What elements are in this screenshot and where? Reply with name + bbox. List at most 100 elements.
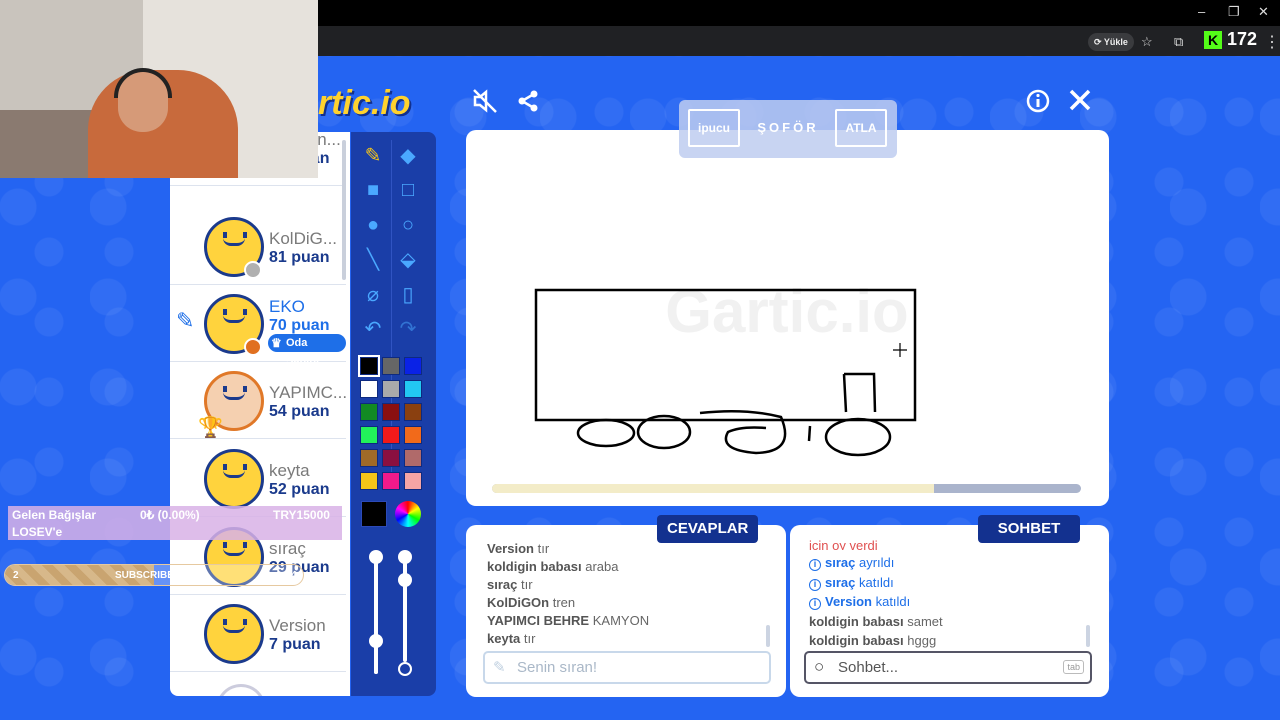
player-row: KolDiG... 81 puan [170,209,346,285]
answer-message: YAPIMCI BEHRE KAMYON [487,613,649,628]
color-swatch[interactable] [404,380,422,398]
fill-bucket-icon[interactable]: ⬙ [391,242,425,276]
undo-icon[interactable]: ↶ [356,311,390,345]
color-swatch[interactable] [360,449,378,467]
new-page-icon[interactable]: ▯ [391,277,425,311]
upload-button[interactable]: ⟳ Yükle [1088,33,1134,51]
redo-icon[interactable]: ↷ [391,311,425,345]
subscriber-goal-bar: 2 SUBSCRIBERS 4 [4,564,304,586]
color-swatch[interactable] [382,472,400,490]
search-chat-icon: ○ [814,657,825,676]
bookmark-star-icon[interactable]: ☆ [1141,34,1153,50]
color-swatch[interactable] [404,403,422,421]
chat-user: sıraç [825,555,856,570]
color-swatch[interactable] [404,472,422,490]
player-row: 🏆 YAPIMC... 54 puan [170,363,348,439]
drawing-canvas[interactable]: Gartic.io [466,130,1109,506]
filled-rect-tool-icon[interactable]: ■ [356,173,390,207]
kick-logo-icon[interactable]: K [1204,31,1222,49]
close-game-icon[interactable] [1068,88,1092,119]
answers-scrollbar[interactable] [766,625,770,647]
answer-message: Version tır [487,541,549,556]
answer-user: koldigin babası [487,559,582,574]
color-swatch[interactable] [360,472,378,490]
chat-user: koldigin babası [809,633,904,648]
chat-text: samet [907,613,943,629]
pencil-tool-icon[interactable]: ✎ [356,138,390,172]
chat-text: hggg [907,633,937,648]
color-picker-icon[interactable] [395,501,421,527]
info-icon[interactable] [1026,89,1050,120]
avatar-partial [216,684,266,696]
wheel-stroke [824,417,892,457]
close-window-icon[interactable]: ✕ [1258,4,1269,20]
browser-menu-icon[interactable]: ⋮ [1264,32,1280,52]
chat-partial-message: için oy verdi [809,538,878,550]
extensions-icon[interactable]: ⧉ [1174,34,1183,50]
eyedropper-icon[interactable]: ⌀ [356,277,390,311]
player-name: Version [269,616,326,635]
answer-text: KAMYON [592,613,650,628]
avatar [204,449,264,509]
color-swatch[interactable] [382,449,400,467]
chat-text: katıldı [875,594,911,609]
chat-input-placeholder: Sohbet... [838,659,899,676]
chat-scrollbar[interactable] [1086,625,1090,647]
size-slider[interactable] [374,562,378,674]
circle-tool-icon[interactable]: ○ [391,208,425,242]
donation-recipient: LOSEV'e [12,525,63,539]
answers-tab[interactable]: CEVAPLAR [657,515,759,543]
restore-icon[interactable]: ❐ [1228,4,1240,20]
chat-user: sıraç [825,574,856,590]
color-swatch[interactable] [404,426,422,444]
hint-word: ŞOFÖR [757,120,819,135]
size-slider-knob[interactable] [369,634,383,648]
chat-system-message: i Version katıldı [809,594,910,610]
answer-message: koldigin babası araba [487,559,619,574]
answer-text: tır [523,631,536,646]
avatar [204,604,264,664]
answer-text: tır [537,541,550,556]
eraser-tool-icon[interactable]: ◆ [391,138,425,172]
player-row-active: ✎ EKO 70 puan Oda Sahibi [170,286,346,367]
pencil-input-icon: ✎ [493,659,506,676]
line-tool-icon[interactable]: ╲ [356,242,390,276]
share-icon[interactable] [516,89,540,120]
color-swatch[interactable] [358,355,380,377]
answer-message: KolDiGOn tren [487,595,575,610]
mute-icon[interactable] [472,88,498,121]
donation-overlay: Gelen Bağışlar 0₺ (0.00%) TRY15000 LOSEV… [8,506,342,540]
player-list-scrollbar[interactable] [342,140,346,280]
color-swatch[interactable] [382,380,400,398]
player-row: Version 7 puan [170,596,346,672]
answer-user: keyta [487,631,521,646]
color-swatch[interactable] [360,403,378,421]
answer-input-placeholder: Senin sıran! [517,659,598,676]
connector-stroke [807,425,812,442]
color-swatch[interactable] [382,357,400,375]
drawing-toolbar: ✎ ◆ ■ □ ● ○ ╲ ⬙ ⌀ ▯ ↶ ↷ [351,132,436,696]
color-swatch[interactable] [382,403,400,421]
chat-text: katıldı [859,574,894,590]
info-small-icon: i [809,578,821,591]
opacity-slider-knob[interactable] [398,573,412,587]
chat-tab[interactable]: SOHBET [978,515,1080,543]
color-swatch[interactable] [404,357,422,375]
player-name: keyta [269,461,310,480]
filled-circle-tool-icon[interactable]: ● [356,208,390,242]
color-swatch[interactable] [382,426,400,444]
color-swatch[interactable] [360,426,378,444]
color-swatch[interactable] [404,449,422,467]
player-name: YAPIMC... [269,383,348,402]
color-swatch[interactable] [360,380,378,398]
rect-tool-icon[interactable]: □ [391,173,425,207]
answer-input[interactable]: ✎ Senin sıran! [483,651,771,684]
minimize-icon[interactable]: – [1198,4,1205,19]
hint-button[interactable]: ipucu [688,109,740,147]
subs-goal: 4 [291,570,297,581]
hint-bar: ipucu ŞOFÖR ATLA [679,100,897,158]
size-slider-top-knob[interactable] [369,550,383,564]
chat-input[interactable]: ○ Sohbet... tab [804,651,1092,684]
skip-button[interactable]: ATLA [835,109,887,147]
opacity-slider-top-knob[interactable] [398,550,412,564]
